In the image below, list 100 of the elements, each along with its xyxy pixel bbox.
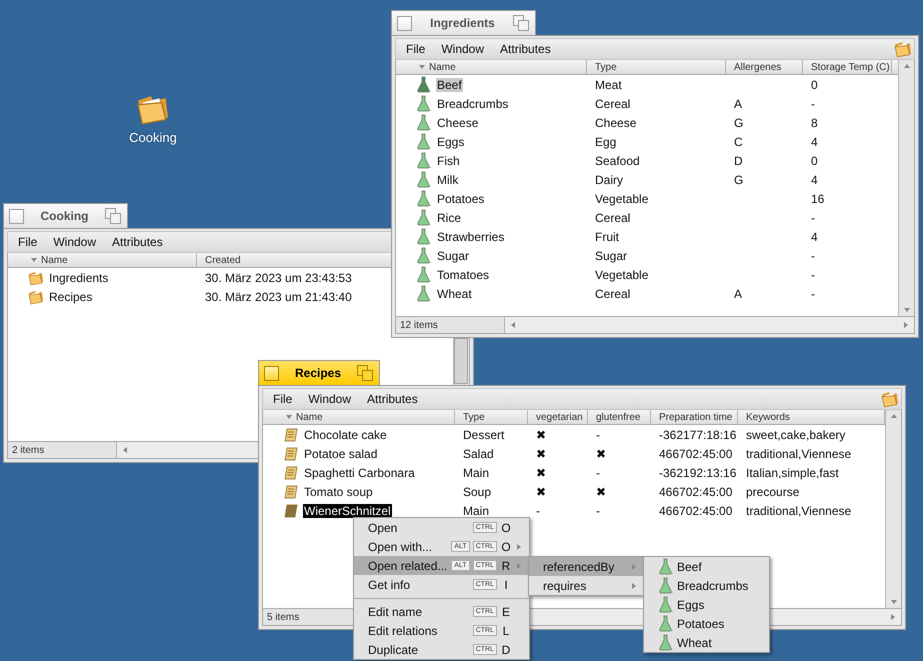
scroll-up-icon[interactable]: [902, 62, 910, 70]
file-name[interactable]: Cheese: [436, 116, 480, 130]
column-header[interactable]: Name: [263, 410, 455, 424]
file-name[interactable]: Breadcrumbs: [436, 96, 510, 110]
table-cell: G: [734, 116, 744, 130]
table-cell: Cheese: [595, 116, 636, 130]
menu-item[interactable]: requires: [529, 576, 644, 595]
column-header[interactable]: vegetarian: [528, 410, 588, 424]
menu-title[interactable]: Attributes: [359, 392, 426, 406]
column-header[interactable]: Type: [587, 60, 726, 74]
file-name[interactable]: Wheat: [436, 286, 473, 300]
file-name[interactable]: Milk: [436, 172, 460, 186]
folder-icon[interactable]: [881, 390, 899, 408]
table-cell: ✖: [596, 484, 606, 498]
window-tab[interactable]: Cooking: [3, 203, 128, 228]
column-header[interactable]: Allergenes: [726, 60, 803, 74]
table-cell: 466702:45:00: [659, 446, 732, 460]
table-cell: Cereal: [595, 210, 630, 224]
file-name[interactable]: WienerSchnitzel: [303, 504, 392, 518]
file-name[interactable]: Ingredients: [48, 270, 110, 284]
table-cell: 16: [811, 192, 824, 206]
vertical-scrollbar[interactable]: [454, 338, 468, 384]
column-header[interactable]: glutenfree: [588, 410, 651, 424]
table-cell: Sugar: [595, 248, 628, 262]
scroll-up-icon[interactable]: [890, 412, 898, 420]
menu-title[interactable]: File: [10, 235, 46, 249]
scroll-left-icon[interactable]: [121, 446, 129, 454]
file-name[interactable]: Potatoes: [436, 192, 486, 206]
file-name[interactable]: Eggs: [436, 134, 466, 148]
menu-item[interactable]: Potatoes: [644, 614, 769, 633]
close-button[interactable]: [397, 16, 412, 30]
close-button[interactable]: [264, 366, 279, 380]
menu-title[interactable]: Attributes: [492, 42, 559, 56]
window-tab[interactable]: Ingredients: [391, 10, 536, 35]
file-name[interactable]: Chocolate cake: [303, 428, 388, 442]
menu-title[interactable]: Window: [45, 235, 104, 249]
menu-item[interactable]: Breadcrumbs: [644, 576, 769, 595]
document-icon: [283, 426, 299, 442]
table-cell: 8: [811, 116, 818, 130]
table-cell: A: [734, 286, 742, 300]
scroll-down-icon[interactable]: [902, 306, 910, 314]
flask-icon: [658, 615, 674, 632]
horizontal-scrollbar[interactable]: [505, 317, 914, 333]
icon-label[interactable]: Cooking: [129, 130, 177, 145]
zoom-button[interactable]: [357, 365, 373, 381]
file-name[interactable]: Spaghetti Carbonara: [303, 466, 416, 480]
file-name[interactable]: Tomatoes: [436, 268, 490, 282]
zoom-button[interactable]: [105, 208, 121, 224]
file-name[interactable]: Rice: [436, 210, 462, 224]
menu-title[interactable]: Window: [433, 42, 492, 56]
file-name[interactable]: Strawberries: [436, 230, 506, 244]
table-cell: 0: [811, 154, 818, 168]
scroll-right-icon[interactable]: [902, 321, 910, 329]
table-cell: Fruit: [595, 230, 619, 244]
table-cell: -: [596, 504, 600, 518]
table-cell: -362177:18:16: [659, 428, 736, 442]
column-header[interactable]: Type: [455, 410, 528, 424]
menu-title[interactable]: Attributes: [104, 235, 171, 249]
scroll-down-icon[interactable]: [890, 598, 898, 606]
column-header[interactable]: Name: [8, 253, 197, 267]
zoom-button[interactable]: [513, 15, 529, 31]
table-cell: -: [811, 210, 815, 224]
column-header[interactable]: Storage Temp (C): [803, 60, 892, 74]
table-cell: Vegetable: [595, 192, 648, 206]
folder-icon[interactable]: [894, 40, 912, 58]
flask-icon: [416, 247, 432, 264]
vertical-scrollbar[interactable]: [885, 410, 901, 608]
vertical-scrollbar[interactable]: [898, 60, 914, 316]
window-tab[interactable]: Recipes: [258, 360, 380, 385]
folder-icon: [28, 270, 44, 286]
document-icon: [283, 502, 299, 518]
scroll-right-icon[interactable]: [889, 613, 897, 621]
menu-title[interactable]: File: [398, 42, 434, 56]
menu-title[interactable]: Window: [300, 392, 360, 406]
table-cell: Main: [463, 466, 490, 480]
table-cell: Cereal: [595, 96, 630, 110]
table-cell: -: [811, 268, 815, 282]
close-button[interactable]: [9, 208, 24, 224]
flask-icon: [416, 76, 432, 93]
table-cell: G: [734, 172, 744, 186]
table-cell: 4: [811, 134, 818, 148]
table-cell: traditional,Viennese: [746, 446, 852, 460]
column-header[interactable]: Preparation time: [651, 410, 738, 424]
file-name[interactable]: Recipes: [48, 290, 94, 304]
table-cell: 4: [811, 172, 818, 186]
file-name[interactable]: Tomato soup: [303, 484, 374, 498]
menu-item[interactable]: Eggs: [644, 595, 769, 614]
scroll-left-icon[interactable]: [509, 321, 517, 329]
file-name[interactable]: Fish: [436, 154, 461, 168]
menu-item[interactable]: Beef: [644, 557, 769, 576]
file-name[interactable]: Beef: [436, 78, 463, 92]
menu-item[interactable]: referencedBy: [529, 557, 644, 576]
flask-icon: [416, 95, 432, 112]
menu-title[interactable]: File: [265, 392, 300, 406]
menu-item[interactable]: Wheat: [644, 633, 769, 652]
file-name[interactable]: Potatoe salad: [303, 446, 378, 460]
column-header[interactable]: Name: [396, 60, 587, 74]
window-title: Cooking: [40, 209, 88, 223]
table-cell: Main: [463, 504, 490, 518]
table-cell: ✖: [536, 446, 546, 460]
